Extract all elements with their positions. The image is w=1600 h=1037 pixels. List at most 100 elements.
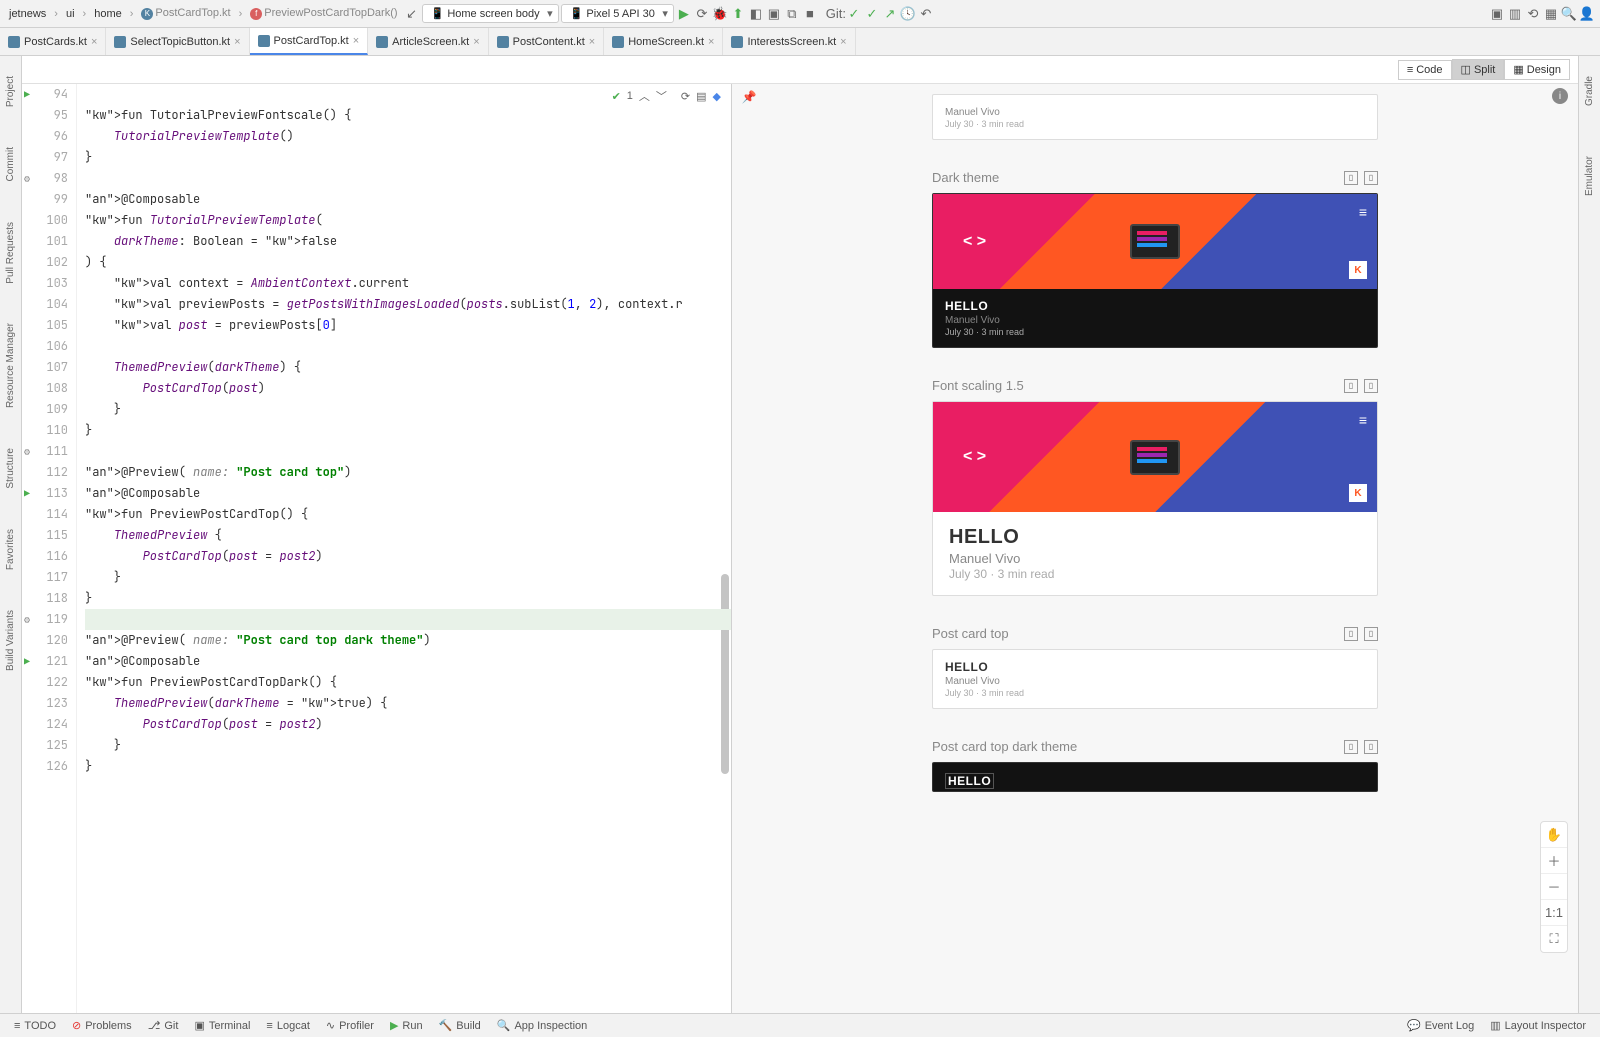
- sdk-icon[interactable]: ▥: [1507, 6, 1523, 22]
- sidebar-gradle[interactable]: Gradle: [1584, 76, 1595, 106]
- tab-postcards[interactable]: PostCards.kt×: [0, 28, 106, 55]
- sidebar-structure[interactable]: Structure: [5, 448, 16, 489]
- sidebar-buildvariants[interactable]: Build Variants: [5, 610, 16, 671]
- deploy-icon[interactable]: ▯: [1344, 627, 1358, 641]
- chevron-up-icon[interactable]: ︿: [639, 88, 650, 104]
- deploy-icon[interactable]: ▯: [1344, 379, 1358, 393]
- preview-label: Dark theme: [932, 170, 999, 185]
- vcs-push-icon[interactable]: ↗: [882, 6, 898, 22]
- preview-title: HELLO: [945, 773, 994, 789]
- android-profiler-icon[interactable]: ⧉: [784, 6, 800, 22]
- bc-dir[interactable]: home: [90, 6, 126, 22]
- bc-pkg[interactable]: ui: [62, 6, 79, 22]
- sidebar-pullreq[interactable]: Pull Requests: [5, 222, 16, 284]
- layers-icon[interactable]: ◆: [713, 90, 721, 103]
- status-logcat[interactable]: ≡Logcat: [260, 1020, 315, 1032]
- sidebar-commit[interactable]: Commit: [5, 147, 16, 181]
- status-layoutinspector[interactable]: ▥Layout Inspector: [1484, 1019, 1592, 1032]
- apply-changes-icon[interactable]: ⟳: [694, 6, 710, 22]
- search-icon[interactable]: 🔍: [1561, 6, 1577, 22]
- status-git[interactable]: ⎇Git: [142, 1019, 185, 1032]
- zoom-reset[interactable]: 1:1: [1541, 900, 1567, 926]
- sidebar-project[interactable]: Project: [5, 76, 16, 107]
- bc-project[interactable]: jetnews: [5, 6, 50, 22]
- status-appinspection[interactable]: 🔍App Inspection: [491, 1019, 593, 1032]
- back-icon[interactable]: ↙: [404, 6, 420, 22]
- view-code-button[interactable]: ≡Code: [1398, 60, 1452, 80]
- interactive-icon[interactable]: ▯: [1364, 740, 1378, 754]
- chevron-down-icon[interactable]: ﹀: [656, 88, 667, 104]
- status-eventlog[interactable]: 💬Event Log: [1401, 1019, 1480, 1032]
- debug-icon[interactable]: 🐞: [712, 6, 728, 22]
- status-todo[interactable]: ≡TODO: [8, 1020, 62, 1032]
- run-config-dropdown[interactable]: 📱 Home screen body: [422, 4, 559, 23]
- inspection-badge[interactable]: ✔1 ︿ ﹀ ⟳ ▤ ◆: [612, 88, 721, 104]
- close-icon[interactable]: ×: [589, 36, 595, 48]
- sidebar-favorites[interactable]: Favorites: [5, 529, 16, 570]
- avd-icon[interactable]: ▣: [1489, 6, 1505, 22]
- status-problems[interactable]: ⊘Problems: [66, 1019, 138, 1032]
- close-icon[interactable]: ×: [473, 36, 479, 48]
- user-icon[interactable]: 👤: [1579, 6, 1595, 22]
- rollback-icon[interactable]: ↶: [918, 6, 934, 22]
- view-design-button[interactable]: ▦Design: [1504, 59, 1570, 80]
- preview-card[interactable]: Manuel Vivo July 30 · 3 min read: [932, 94, 1378, 140]
- vcs-commit-icon[interactable]: ✓: [864, 6, 880, 22]
- status-run[interactable]: ▶Run: [384, 1019, 429, 1032]
- sidebar-resources[interactable]: Resource Manager: [5, 323, 16, 408]
- design-icon: ▦: [1513, 63, 1523, 76]
- device-dropdown[interactable]: 📱 Pixel 5 API 30: [561, 4, 674, 23]
- info-icon[interactable]: i: [1552, 88, 1568, 104]
- pin-icon[interactable]: 📌: [740, 88, 758, 106]
- deploy-icon[interactable]: ▯: [1344, 171, 1358, 185]
- tab-interests[interactable]: InterestsScreen.kt×: [723, 28, 855, 55]
- bc-file[interactable]: KPostCardTop.kt: [137, 5, 234, 22]
- code-icon: ≡: [1407, 64, 1413, 76]
- close-icon[interactable]: ×: [708, 36, 714, 48]
- refresh-icon[interactable]: ⟳: [681, 90, 690, 103]
- preview-label: Font scaling 1.5: [932, 378, 1024, 393]
- stack-icon[interactable]: ▤: [696, 90, 706, 103]
- code-editor[interactable]: ✔1 ︿ ﹀ ⟳ ▤ ◆ ▶94959697⚙98991001011021031…: [22, 84, 732, 1013]
- preview-card-top-dark[interactable]: HELLO: [932, 762, 1378, 792]
- tab-postcontent[interactable]: PostContent.kt×: [489, 28, 605, 55]
- preview-card-top[interactable]: HELLO Manuel Vivo July 30 · 3 min read: [932, 649, 1378, 709]
- zoom-in-icon[interactable]: ＋: [1541, 848, 1567, 874]
- preview-meta: July 30 · 3 min read: [949, 567, 1361, 581]
- coverage-icon[interactable]: ⬆: [730, 6, 746, 22]
- zoom-fit-icon[interactable]: ⛶: [1541, 926, 1567, 952]
- bc-fn[interactable]: fPreviewPostCardTopDark(): [246, 5, 401, 22]
- history-icon[interactable]: 🕓: [900, 6, 916, 22]
- profile-icon[interactable]: ◧: [748, 6, 764, 22]
- tab-homescreen[interactable]: HomeScreen.kt×: [604, 28, 723, 55]
- status-build[interactable]: 🔨Build: [433, 1019, 487, 1032]
- preview-author: Manuel Vivo: [945, 315, 1365, 326]
- interactive-icon[interactable]: ▯: [1364, 171, 1378, 185]
- tab-postcardtop[interactable]: PostCardTop.kt×: [250, 28, 369, 55]
- vcs-update-icon[interactable]: ✓: [846, 6, 862, 22]
- sidebar-emulator[interactable]: Emulator: [1584, 156, 1595, 196]
- preview-card-dark[interactable]: < >≡K HELLO Manuel Vivo July 30 · 3 min …: [932, 193, 1378, 348]
- interactive-icon[interactable]: ▯: [1364, 627, 1378, 641]
- pan-icon[interactable]: ✋: [1541, 822, 1567, 848]
- status-profiler[interactable]: ∿Profiler: [320, 1019, 380, 1032]
- close-icon[interactable]: ×: [353, 35, 359, 47]
- view-split-button[interactable]: ◫Split: [1452, 59, 1505, 80]
- deploy-icon[interactable]: ▯: [1344, 740, 1358, 754]
- interactive-icon[interactable]: ▯: [1364, 379, 1378, 393]
- tab-selecttopic[interactable]: SelectTopicButton.kt×: [106, 28, 249, 55]
- preview-meta: July 30 · 3 min read: [945, 327, 1365, 337]
- close-icon[interactable]: ×: [91, 36, 97, 48]
- preview-card-fontscale[interactable]: < >≡K HELLO Manuel Vivo July 30 · 3 min …: [932, 401, 1378, 596]
- sync-icon[interactable]: ⟲: [1525, 6, 1541, 22]
- attach-icon[interactable]: ▣: [766, 6, 782, 22]
- status-terminal[interactable]: ▣Terminal: [188, 1019, 256, 1032]
- run-icon[interactable]: ▶: [676, 6, 692, 22]
- stop-icon[interactable]: ■: [802, 6, 818, 22]
- zoom-out-icon[interactable]: －: [1541, 874, 1567, 900]
- settings-icon[interactable]: ▦: [1543, 6, 1559, 22]
- close-icon[interactable]: ×: [840, 36, 846, 48]
- tab-articlescreen[interactable]: ArticleScreen.kt×: [368, 28, 488, 55]
- right-tool-stripe: Gradle Emulator: [1578, 56, 1600, 1013]
- close-icon[interactable]: ×: [234, 36, 240, 48]
